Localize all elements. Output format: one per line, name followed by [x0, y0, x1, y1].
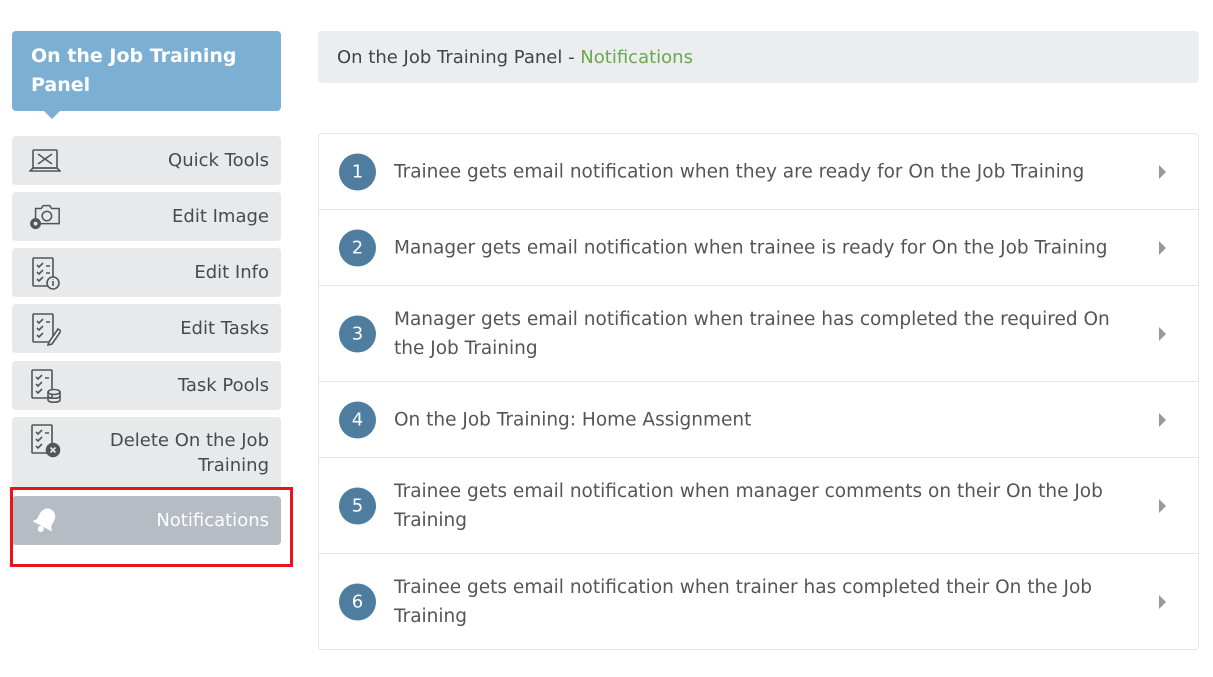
notification-text: Trainee gets email notification when man… — [394, 480, 1103, 531]
number-badge: 1 — [339, 153, 376, 190]
notification-text: Manager gets email notification when tra… — [394, 237, 1108, 258]
list-item[interactable]: 3 Manager gets email notification when t… — [319, 286, 1198, 382]
notification-list: 1 Trainee gets email notification when t… — [318, 133, 1199, 650]
sidebar-item-task-pools[interactable]: Task Pools — [12, 361, 281, 410]
sidebar-item-quick-tools[interactable]: Quick Tools — [12, 136, 281, 185]
number-badge: 3 — [339, 315, 376, 352]
list-item[interactable]: 4 On the Job Training: Home Assignment — [319, 382, 1198, 458]
quick-tools-icon — [28, 144, 62, 178]
delete-icon — [28, 424, 62, 458]
breadcrumb-parent[interactable]: On the Job Training Panel — [337, 47, 562, 68]
chevron-right-icon — [1159, 498, 1166, 513]
notification-text: Trainee gets email notification when the… — [394, 161, 1085, 182]
sidebar-item-label: Quick Tools — [168, 150, 269, 171]
sidebar-item-edit-info[interactable]: Edit Info — [12, 248, 281, 297]
breadcrumb-separator: - — [562, 46, 581, 68]
edit-image-icon — [28, 200, 62, 234]
chevron-right-icon — [1159, 595, 1166, 609]
number-badge: 5 — [339, 487, 376, 524]
notification-text: On the Job Training: Home Assignment — [394, 409, 752, 430]
list-item[interactable]: 1 Trainee gets email notification when t… — [319, 134, 1198, 210]
edit-tasks-icon — [28, 312, 62, 346]
list-item[interactable]: 5 Trainee gets email notification when m… — [319, 458, 1198, 554]
breadcrumb: On the Job Training Panel - Notification… — [318, 31, 1199, 83]
sidebar-item-edit-image[interactable]: Edit Image — [12, 192, 281, 241]
bell-icon — [28, 504, 62, 538]
number-badge: 2 — [339, 229, 376, 266]
number-badge: 4 — [339, 401, 376, 438]
chevron-right-icon — [1159, 164, 1166, 179]
task-pools-icon — [28, 368, 62, 403]
sidebar-item-label: Notifications — [156, 510, 269, 531]
sidebar-item-label: Edit Info — [194, 262, 269, 283]
notification-text: Trainee gets email notification when tra… — [394, 577, 1093, 627]
sidebar-item-label: Edit Image — [172, 206, 269, 227]
list-item[interactable]: 6 Trainee gets email notification when t… — [319, 554, 1198, 650]
chevron-right-icon — [1159, 326, 1166, 341]
panel-title: On the Job Training Panel — [12, 31, 281, 119]
sidebar-item-label: Delete On the Job Training — [109, 430, 269, 476]
breadcrumb-current: Notifications — [580, 46, 693, 68]
notification-text: Manager gets email notification when tra… — [394, 308, 1110, 359]
edit-info-icon — [28, 256, 62, 290]
sidebar-item-edit-tasks[interactable]: Edit Tasks — [12, 304, 281, 353]
sidebar-item-notifications[interactable]: Notifications — [12, 496, 281, 545]
list-item[interactable]: 2 Manager gets email notification when t… — [319, 210, 1198, 286]
chevron-right-icon — [1159, 240, 1166, 255]
sidebar-item-label: Task Pools — [177, 375, 269, 396]
chevron-right-icon — [1159, 412, 1166, 427]
sidebar-item-delete[interactable]: Delete On the Job Training — [12, 417, 281, 489]
sidebar-item-label: Edit Tasks — [180, 318, 269, 339]
number-badge: 6 — [339, 583, 376, 621]
